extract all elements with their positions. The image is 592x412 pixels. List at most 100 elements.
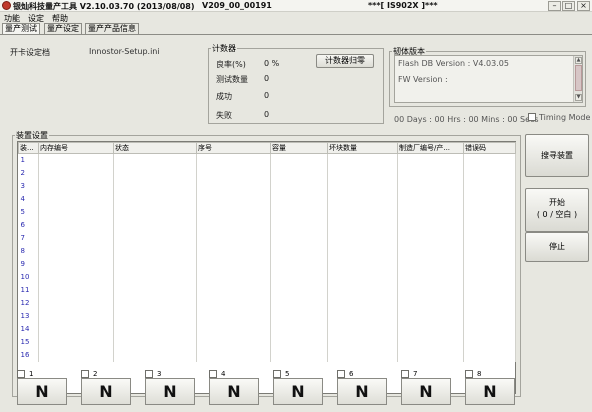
- table-cell: [463, 257, 516, 271]
- table-row[interactable]: 10: [18, 270, 516, 284]
- table-cell: [113, 231, 197, 245]
- firmware-scrollbar[interactable]: ▲ ▼: [573, 56, 582, 102]
- col-status[interactable]: 状态: [113, 142, 197, 154]
- table-cell: [113, 335, 197, 349]
- row-slot-number: 10: [18, 270, 39, 284]
- table-cell: [113, 296, 197, 310]
- scan-devices-button[interactable]: 搜寻装置: [525, 134, 589, 177]
- port-status-button[interactable]: N: [145, 378, 195, 405]
- port-status-button[interactable]: N: [401, 378, 451, 405]
- row-slot-number: 2: [18, 166, 39, 180]
- table-cell: [327, 270, 398, 284]
- port-checkbox[interactable]: [273, 370, 281, 378]
- table-cell: [397, 283, 464, 297]
- table-cell: [327, 179, 398, 193]
- table-cell: [397, 166, 464, 180]
- table-cell: [196, 257, 271, 271]
- table-cell: [327, 322, 398, 336]
- table-cell: [38, 179, 114, 193]
- table-row[interactable]: 2: [18, 166, 516, 180]
- table-cell: [327, 192, 398, 206]
- tab-strip: 量产测试 量产设定 量产产品信息: [0, 23, 592, 34]
- col-capacity[interactable]: 容量: [270, 142, 328, 154]
- timing-mode-checkbox[interactable]: [528, 113, 536, 121]
- scroll-thumb[interactable]: [575, 65, 582, 91]
- table-cell: [463, 283, 516, 297]
- port-checkbox[interactable]: [81, 370, 89, 378]
- port-checkbox[interactable]: [145, 370, 153, 378]
- scroll-up-icon[interactable]: ▲: [575, 57, 582, 64]
- reset-counter-button[interactable]: 计数器归零: [316, 54, 374, 68]
- col-error-code[interactable]: 错误码: [463, 142, 516, 154]
- scroll-down-icon[interactable]: ▼: [575, 94, 582, 101]
- col-slot[interactable]: 装...: [18, 142, 39, 154]
- table-row[interactable]: 3: [18, 179, 516, 193]
- table-row[interactable]: 11: [18, 283, 516, 297]
- table-row[interactable]: 8: [18, 244, 516, 258]
- table-row[interactable]: 14: [18, 322, 516, 336]
- table-row[interactable]: 12: [18, 296, 516, 310]
- table-cell: [196, 218, 271, 232]
- table-row[interactable]: 4: [18, 192, 516, 206]
- port-checkbox[interactable]: [401, 370, 409, 378]
- table-cell: [397, 192, 464, 206]
- table-cell: [196, 205, 271, 219]
- table-cell: [38, 322, 114, 336]
- table-row[interactable]: 16: [18, 348, 516, 362]
- table-cell: [463, 322, 516, 336]
- port-status-button[interactable]: N: [209, 378, 259, 405]
- col-bad-blocks[interactable]: 坏块数量: [327, 142, 398, 154]
- port-status-button[interactable]: N: [273, 378, 323, 405]
- row-slot-number: 9: [18, 257, 39, 271]
- fw-version: FW Version :: [398, 75, 448, 84]
- table-row[interactable]: 13: [18, 309, 516, 323]
- col-vendor-product[interactable]: 制造厂编号/产...: [397, 142, 464, 154]
- table-cell: [113, 192, 197, 206]
- table-cell: [196, 179, 271, 193]
- table-cell: [327, 153, 398, 167]
- table-cell: [327, 166, 398, 180]
- table-cell: [270, 218, 328, 232]
- start-label: 开始: [549, 198, 565, 207]
- col-memory-id[interactable]: 内存编号: [38, 142, 114, 154]
- tab-production-settings[interactable]: 量产设定: [44, 23, 82, 34]
- table-cell: [463, 348, 516, 362]
- port-checkbox[interactable]: [17, 370, 25, 378]
- table-cell: [270, 153, 328, 167]
- table-row[interactable]: 1: [18, 153, 516, 167]
- port-checkbox[interactable]: [337, 370, 345, 378]
- window-title-chip: ***[ IS902X ]***: [368, 1, 438, 10]
- maximize-button[interactable]: □: [562, 1, 575, 11]
- tab-product-info[interactable]: 量产产品信息: [85, 23, 139, 34]
- window-title: 银灿科技量产工具 V2.10.03.70 (2013/08/08): [13, 2, 195, 11]
- table-cell: [270, 244, 328, 258]
- port-number: 7: [413, 370, 418, 378]
- table-cell: [270, 283, 328, 297]
- table-row[interactable]: 15: [18, 335, 516, 349]
- table-cell: [327, 335, 398, 349]
- close-button[interactable]: ×: [577, 1, 590, 11]
- port-status-button[interactable]: N: [81, 378, 131, 405]
- port-checkbox[interactable]: [209, 370, 217, 378]
- port-status-button[interactable]: N: [17, 378, 67, 405]
- stop-button[interactable]: 停止: [525, 232, 589, 262]
- table-cell: [113, 322, 197, 336]
- table-cell: [196, 166, 271, 180]
- timing-mode-label: Timing Mode: [539, 113, 591, 122]
- table-cell: [397, 296, 464, 310]
- table-row[interactable]: 5: [18, 205, 516, 219]
- port-status-button[interactable]: N: [465, 378, 515, 405]
- port-status-button[interactable]: N: [337, 378, 387, 405]
- table-cell: [463, 296, 516, 310]
- col-serial[interactable]: 序号: [196, 142, 271, 154]
- table-row[interactable]: 9: [18, 257, 516, 271]
- table-cell: [113, 244, 197, 258]
- minimize-button[interactable]: –: [548, 1, 561, 11]
- start-button[interactable]: 开始 ( 0 / 空白 ): [525, 188, 589, 232]
- port-checkbox[interactable]: [465, 370, 473, 378]
- table-cell: [397, 244, 464, 258]
- table-row[interactable]: 7: [18, 231, 516, 245]
- table-row[interactable]: 6: [18, 218, 516, 232]
- tab-production-test[interactable]: 量产测试: [2, 23, 40, 34]
- table-cell: [463, 309, 516, 323]
